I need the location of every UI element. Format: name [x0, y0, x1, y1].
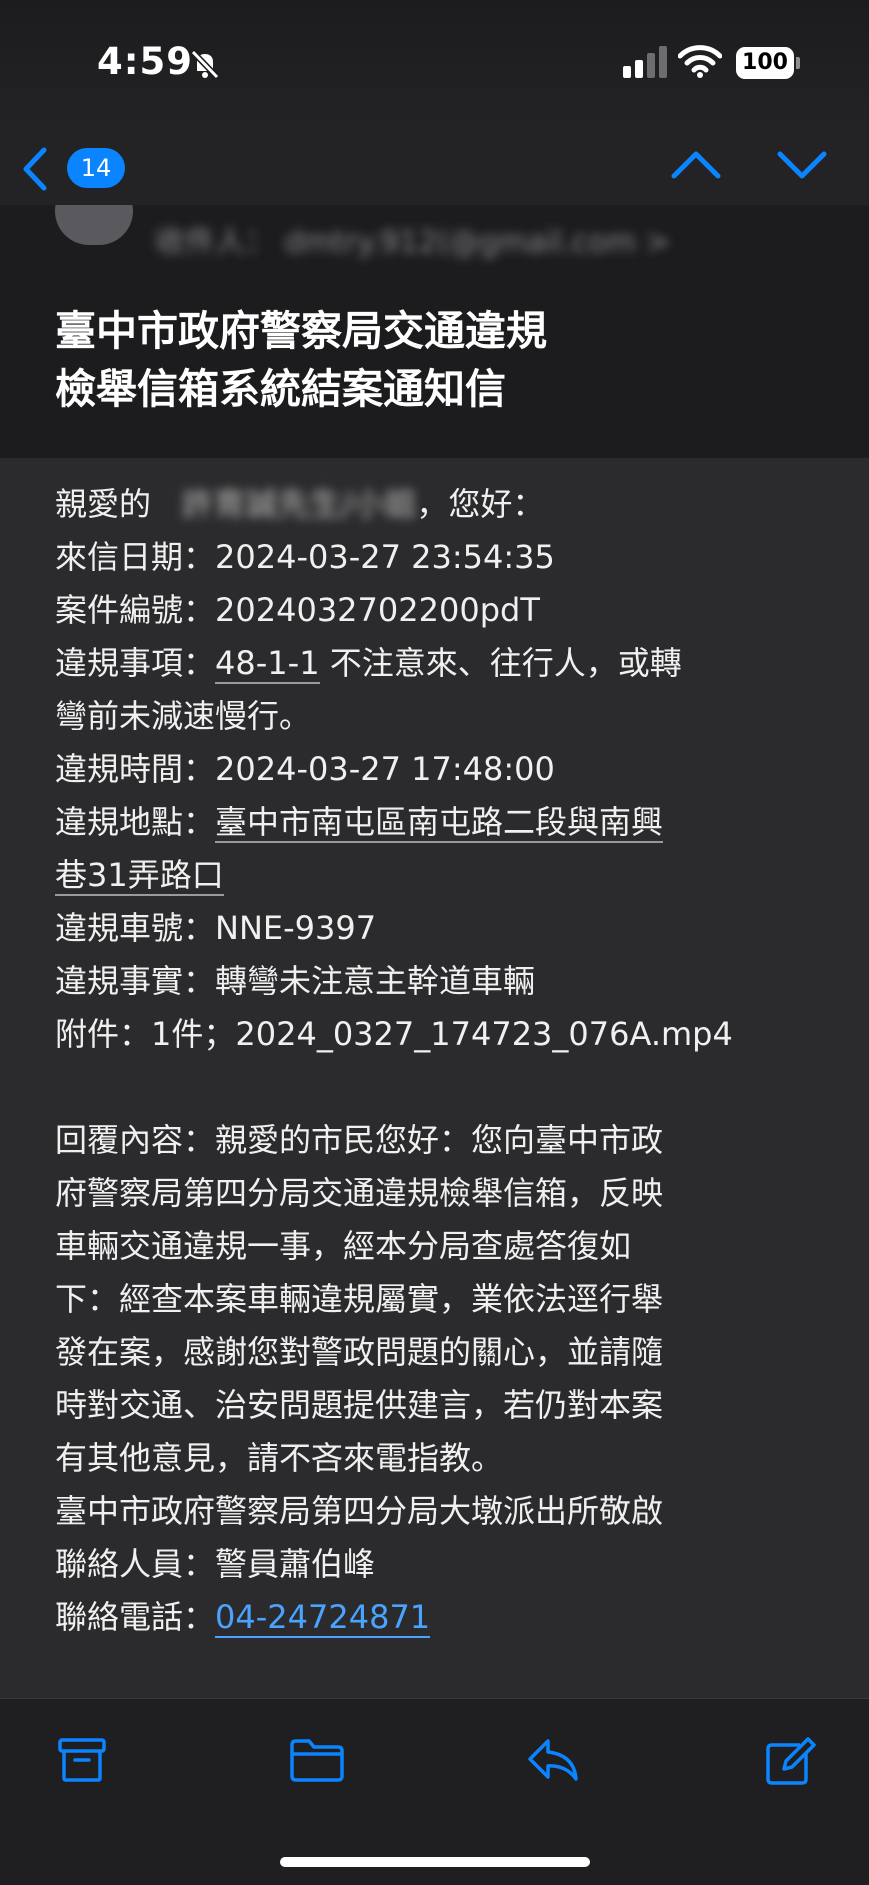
phone-label: 聯絡電話：: [55, 1598, 216, 1636]
compose-icon[interactable]: [764, 1737, 816, 1787]
folder-icon[interactable]: [289, 1737, 345, 1783]
reply-line: 下：經查本案車輛違規屬實，業依法逕行舉: [55, 1280, 664, 1318]
reply-line: 車輛交通違規一事，經本分局查處答復如: [55, 1227, 632, 1265]
subject-line-1: 臺中市政府警察局交通違規: [55, 307, 547, 355]
place-address-link-2[interactable]: 巷31弄路口: [55, 856, 224, 896]
phone-link[interactable]: 04-24724871: [215, 1598, 431, 1638]
battery-icon: 100: [736, 47, 794, 79]
contact-line: 聯絡人員：警員蕭伯峰: [55, 1545, 376, 1583]
subject-line-2: 檢舉信箱系統結案通知信: [55, 365, 506, 413]
status-time: 4:59: [97, 40, 194, 83]
violation-item-line: 違規事項：48-1-1 不注意來、往行人，或轉: [55, 637, 820, 690]
greeting-line: 親愛的 許育誠先生/小姐，您好：: [55, 478, 820, 531]
fact-value: 轉彎未注意主幹道車輛: [215, 962, 536, 1000]
plate-value: NNE-9397: [215, 909, 377, 947]
reply-line: 時對交通、治安問題提供建言，若仍對本案: [55, 1386, 664, 1424]
attachment-value: 1件；2024_0327_174723_076A.mp4: [151, 1015, 733, 1053]
page-title: 臺中市政府警察局交通違規 檢舉信箱系統結案通知信: [55, 302, 815, 418]
reply-line: 府警察局第四分局交通違規檢舉信箱，反映: [55, 1174, 664, 1212]
case-label: 案件編號：: [55, 591, 216, 629]
date-label: 來信日期：: [55, 538, 216, 576]
case-value: 2024032702200pdT: [215, 591, 540, 629]
battery-cap: [796, 57, 800, 69]
case-line: 案件編號：2024032702200pdT: [55, 584, 820, 637]
reply-icon[interactable]: [526, 1737, 580, 1783]
place-address-link[interactable]: 臺中市南屯區南屯路二段與南興: [215, 803, 664, 843]
reply-line: 回覆內容：親愛的市民您好：您向臺中市政: [55, 1121, 664, 1159]
fact-label: 違規事實：: [55, 962, 216, 1000]
item-label: 違規事項：: [55, 644, 216, 682]
archive-icon[interactable]: [57, 1737, 107, 1783]
time-label: 違規時間：: [55, 750, 216, 788]
place-line-2: 巷31弄路口: [55, 849, 820, 902]
signal-icon: [623, 46, 667, 78]
phone-line: 聯絡電話：04-24724871: [55, 1591, 820, 1644]
greeting-prefix: 親愛的: [55, 485, 152, 523]
item-desc: 不注意來、往行人，或轉: [319, 644, 682, 682]
subject-header: 臺中市政府警察局交通違規 檢舉信箱系統結案通知信: [0, 280, 869, 458]
bell-slash-icon: [190, 49, 220, 80]
sender-address: 收件人： dmtry.912(@gmail.com >: [155, 225, 671, 260]
down-chevron-icon[interactable]: [776, 148, 828, 182]
place-line: 違規地點：臺中市南屯區南屯路二段與南興: [55, 796, 820, 849]
home-indicator[interactable]: [280, 1857, 590, 1867]
fact-line: 違規事實：轉彎未注意主幹道車輛: [55, 955, 820, 1008]
time-value: 2024-03-27 17:48:00: [215, 750, 555, 788]
email-body: 親愛的 許育誠先生/小姐，您好： 來信日期：2024-03-27 23:54:3…: [55, 478, 820, 1644]
unread-count-badge[interactable]: 14: [67, 148, 125, 188]
plate-label: 違規車號：: [55, 909, 216, 947]
violation-item-line-2: 彎前未減速慢行。: [55, 697, 312, 735]
place-label: 違規地點：: [55, 803, 216, 841]
plate-line: 違規車號：NNE-9397: [55, 902, 820, 955]
avatar: [55, 205, 133, 245]
greeting-suffix: ，您好：: [416, 485, 545, 523]
date-line: 來信日期：2024-03-27 23:54:35: [55, 531, 820, 584]
time-line: 違規時間：2024-03-27 17:48:00: [55, 743, 820, 796]
attachment-line: 附件：1件；2024_0327_174723_076A.mp4: [55, 1008, 820, 1061]
wifi-icon: [678, 45, 722, 78]
signature-line: 臺中市政府警察局第四分局大墩派出所敬啟: [55, 1492, 664, 1530]
reply-line: 有其他意見，請不吝來電指教。: [55, 1439, 504, 1477]
greeting-name: 許育誠先生/小姐: [181, 485, 417, 523]
up-chevron-icon[interactable]: [670, 148, 722, 182]
attachment-label: 附件：: [55, 1015, 152, 1053]
reply-line: 發在案，感謝您對警政問題的關心，並請隨: [55, 1333, 664, 1371]
sender-row[interactable]: 收件人： dmtry.912(@gmail.com >: [0, 205, 869, 280]
item-code-link[interactable]: 48-1-1: [215, 644, 320, 684]
date-value: 2024-03-27 23:54:35: [215, 538, 555, 576]
back-chevron-icon[interactable]: [18, 146, 52, 192]
